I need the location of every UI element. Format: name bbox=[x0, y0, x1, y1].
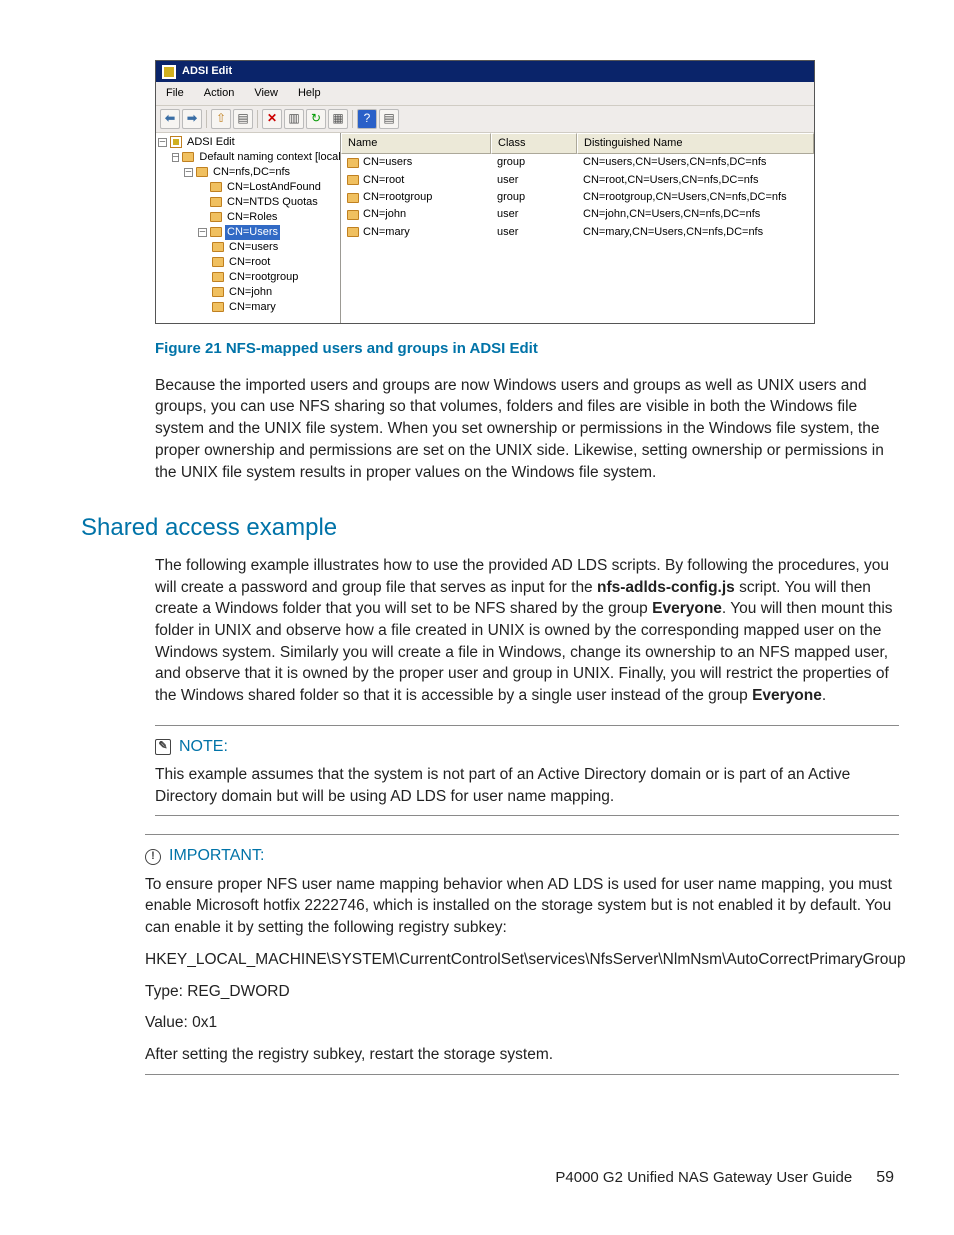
export-icon[interactable]: ▦ bbox=[328, 109, 348, 129]
delete-icon[interactable]: ✕ bbox=[262, 109, 282, 129]
table-row[interactable]: CN=rootgroupgroupCN=rootgroup,CN=Users,C… bbox=[341, 189, 814, 206]
toolbar: ⬅ ➡ ⇧ ▤ ✕ ▥ ↻ ▦ ? ▤ bbox=[156, 106, 814, 133]
important-after: After setting the registry subkey, resta… bbox=[145, 1044, 899, 1066]
page-footer: P4000 G2 Unified NAS Gateway User Guide … bbox=[555, 1167, 894, 1189]
col-dn[interactable]: Distinguished Name bbox=[577, 133, 814, 154]
properties-icon[interactable]: ▤ bbox=[233, 109, 253, 129]
table-row[interactable]: CN=usersgroupCN=users,CN=Users,CN=nfs,DC… bbox=[341, 154, 814, 171]
view-icon[interactable]: ▤ bbox=[379, 109, 399, 129]
important-value: Value: 0x1 bbox=[145, 1012, 899, 1034]
tree-users-selected[interactable]: CN=Users bbox=[225, 225, 280, 240]
footer-title: P4000 G2 Unified NAS Gateway User Guide bbox=[555, 1167, 852, 1188]
refresh-icon[interactable]: ↻ bbox=[306, 109, 326, 129]
tree-child-mary[interactable]: CN=mary bbox=[227, 300, 278, 315]
adsi-root-icon bbox=[170, 136, 182, 148]
table-row[interactable]: CN=johnuserCN=john,CN=Users,CN=nfs,DC=nf… bbox=[341, 206, 814, 223]
folder-icon bbox=[347, 175, 359, 185]
folder-icon bbox=[347, 210, 359, 220]
folder-icon bbox=[347, 227, 359, 237]
back-icon[interactable]: ⬅ bbox=[160, 109, 180, 129]
folder-icon bbox=[212, 302, 224, 312]
folder-icon bbox=[210, 212, 222, 222]
folder-icon bbox=[347, 158, 359, 168]
page-number: 59 bbox=[876, 1167, 894, 1189]
important-type: Type: REG_DWORD bbox=[145, 981, 899, 1003]
folder-icon bbox=[210, 227, 222, 237]
folder-icon bbox=[347, 193, 359, 203]
list-pane: Name Class Distinguished Name CN=usersgr… bbox=[341, 133, 814, 323]
adsi-edit-screenshot: ADSI Edit File Action View Help ⬅ ➡ ⇧ ▤ … bbox=[155, 60, 815, 324]
up-folder-icon[interactable]: ⇧ bbox=[211, 109, 231, 129]
window-title: ADSI Edit bbox=[182, 64, 232, 79]
important-admonition: IMPORTANT: To ensure proper NFS user nam… bbox=[145, 834, 899, 1074]
table-row[interactable]: CN=rootuserCN=root,CN=Users,CN=nfs,DC=nf… bbox=[341, 172, 814, 189]
tree-root[interactable]: ADSI Edit bbox=[185, 135, 237, 150]
note-body: This example assumes that the system is … bbox=[155, 764, 899, 807]
tree-roles[interactable]: CN=Roles bbox=[225, 210, 279, 225]
figure-caption: Figure 21 NFS-mapped users and groups in… bbox=[155, 338, 899, 359]
paragraph-example: The following example illustrates how to… bbox=[155, 555, 899, 707]
note-icon bbox=[155, 739, 171, 755]
section-heading: Shared access example bbox=[81, 511, 899, 545]
tree-child-rootgroup[interactable]: CN=rootgroup bbox=[227, 270, 300, 285]
app-icon bbox=[162, 65, 176, 79]
important-p1: To ensure proper NFS user name mapping b… bbox=[145, 874, 899, 939]
window-titlebar: ADSI Edit bbox=[156, 61, 814, 82]
folder-icon bbox=[196, 167, 208, 177]
col-name[interactable]: Name bbox=[341, 133, 491, 154]
tree-child-users[interactable]: CN=users bbox=[227, 240, 280, 255]
list-icon[interactable]: ▥ bbox=[284, 109, 304, 129]
folder-icon bbox=[212, 257, 224, 267]
important-regkey: HKEY_LOCAL_MACHINE\SYSTEM\CurrentControl… bbox=[145, 949, 899, 971]
help-icon[interactable]: ? bbox=[357, 109, 377, 129]
tree-ntds[interactable]: CN=NTDS Quotas bbox=[225, 195, 320, 210]
tree-context[interactable]: Default naming context [localhost bbox=[197, 150, 341, 165]
important-icon bbox=[145, 849, 161, 865]
forward-icon[interactable]: ➡ bbox=[182, 109, 202, 129]
menu-view[interactable]: View bbox=[244, 83, 288, 104]
folder-icon bbox=[212, 242, 224, 252]
menubar: File Action View Help bbox=[156, 82, 814, 105]
paragraph-intro: Because the imported users and groups ar… bbox=[155, 375, 899, 483]
tree-lostfound[interactable]: CN=LostAndFound bbox=[225, 180, 323, 195]
tree-nfs[interactable]: CN=nfs,DC=nfs bbox=[211, 165, 292, 180]
folder-icon bbox=[182, 152, 194, 162]
menu-action[interactable]: Action bbox=[194, 83, 245, 104]
note-admonition: NOTE: This example assumes that the syst… bbox=[155, 725, 899, 817]
important-head: IMPORTANT: bbox=[169, 845, 264, 867]
note-head: NOTE: bbox=[179, 736, 228, 758]
folder-icon bbox=[212, 287, 224, 297]
table-row[interactable]: CN=maryuserCN=mary,CN=Users,CN=nfs,DC=nf… bbox=[341, 224, 814, 241]
folder-icon bbox=[210, 182, 222, 192]
col-class[interactable]: Class bbox=[491, 133, 577, 154]
menu-file[interactable]: File bbox=[156, 83, 194, 104]
folder-icon bbox=[210, 197, 222, 207]
folder-icon bbox=[212, 272, 224, 282]
tree-child-root[interactable]: CN=root bbox=[227, 255, 272, 270]
menu-help[interactable]: Help bbox=[288, 83, 331, 104]
tree-pane: –ADSI Edit –Default naming context [loca… bbox=[156, 133, 341, 323]
tree-child-john[interactable]: CN=john bbox=[227, 285, 274, 300]
